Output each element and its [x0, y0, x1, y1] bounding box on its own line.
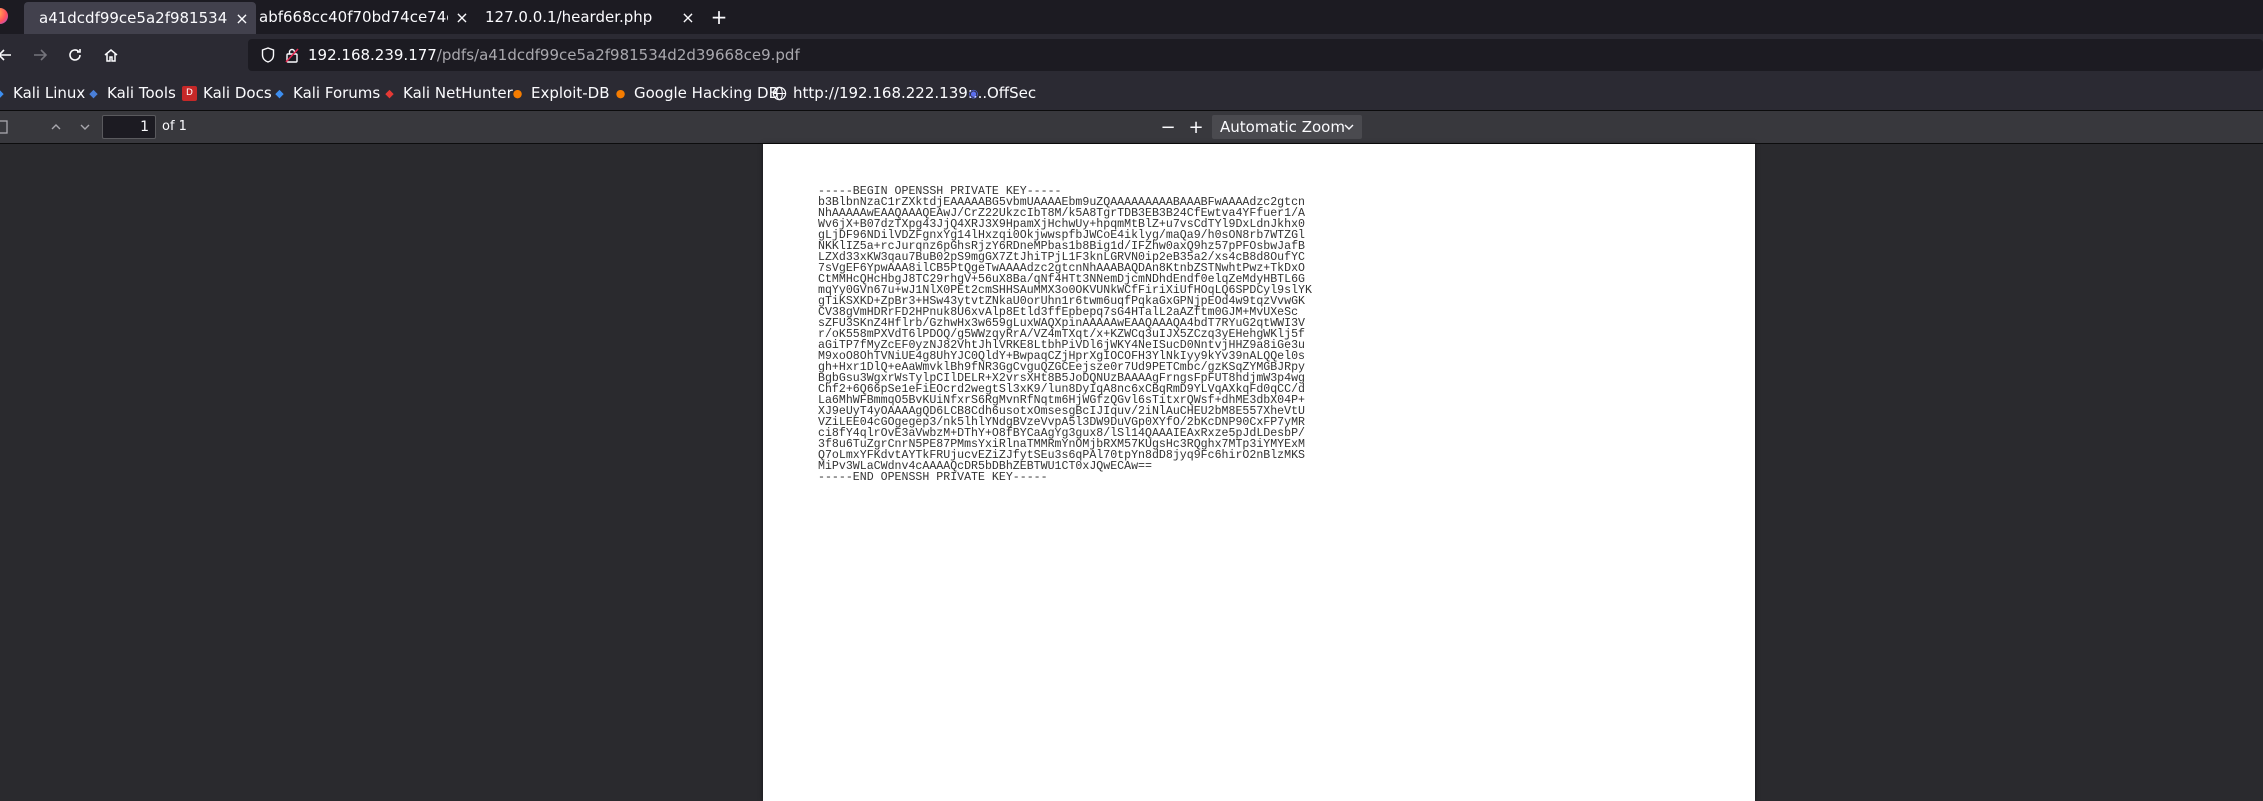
- chevron-down-icon: [1344, 115, 1354, 140]
- offsec-icon: ◉: [968, 86, 979, 100]
- page-count: of 1: [162, 119, 187, 134]
- bookmark-label: Kali NetHunter: [403, 84, 513, 102]
- close-icon[interactable]: ×: [674, 8, 702, 27]
- bookmark-kali-nethunter[interactable]: ◆ Kali NetHunter: [382, 76, 513, 110]
- reload-icon: [69, 49, 81, 61]
- exploit-db-icon: ●: [512, 86, 523, 100]
- sidebar-icon: [0, 120, 8, 134]
- sidebar-toggle-button[interactable]: [0, 111, 14, 143]
- zoom-out-button[interactable]: −: [1155, 111, 1181, 143]
- forward-button[interactable]: [25, 34, 55, 76]
- bookmark-kali-forums[interactable]: ◆ Kali Forums: [272, 76, 380, 110]
- previous-page-button[interactable]: [43, 111, 69, 143]
- arrow-right-icon: [34, 49, 48, 61]
- tab-bar: a41dcdf99ce5a2f981534d2d39668ce9.pdf × a…: [0, 0, 2263, 34]
- pdf-page: -----BEGIN OPENSSH PRIVATE KEY----- b3Bl…: [763, 144, 1755, 801]
- zoom-in-button[interactable]: +: [1183, 111, 1209, 143]
- globe-icon: [772, 86, 787, 101]
- bookmarks-toolbar: ◆Kali Linux ◆Kali Tools DKali Docs ◆Kali…: [0, 76, 2263, 111]
- bookmark-label: Kali Tools: [107, 84, 176, 102]
- zoom-select-value: Automatic Zoom: [1220, 118, 1345, 136]
- url-bar[interactable]: 192.168.239.177/pdfs/a41dcdf99ce5a2f9815…: [248, 39, 2263, 71]
- bookmark-http-192[interactable]: http://192.168.222.139:...: [772, 76, 987, 110]
- bookmark-label: Kali Docs: [203, 84, 272, 102]
- tab-title: abf668cc40f70bd74ce74e67: [259, 8, 448, 26]
- bookmark-label: Google Hacking DB: [634, 84, 779, 102]
- tab-title: 127.0.0.1/hearder.php: [485, 8, 653, 26]
- bookmark-kali-linux[interactable]: ◆ Kali Linux: [0, 76, 85, 110]
- bookmark-label: Exploit-DB: [531, 84, 610, 102]
- tab-third[interactable]: 127.0.0.1/hearder.php ×: [470, 0, 702, 34]
- key-line: -----END OPENSSH PRIVATE KEY-----: [818, 471, 1048, 484]
- kali-nethunter-icon: ◆: [385, 86, 394, 100]
- kali-forums-icon: ◆: [275, 86, 284, 100]
- bookmark-label: Kali Linux: [13, 84, 86, 102]
- tab-title: a41dcdf99ce5a2f981534d2d39668ce9.pdf: [39, 9, 228, 27]
- bookmark-label: http://192.168.222.139:...: [793, 84, 988, 102]
- next-page-button[interactable]: [72, 111, 98, 143]
- bookmark-offsec[interactable]: ◉ OffSec: [966, 76, 1036, 110]
- url-text[interactable]: 192.168.239.177/pdfs/a41dcdf99ce5a2f9815…: [308, 39, 800, 71]
- kali-dragon-icon: ◆: [0, 86, 7, 101]
- home-button[interactable]: [96, 34, 126, 76]
- reload-button[interactable]: [60, 34, 90, 76]
- bookmark-label: Kali Forums: [293, 84, 381, 102]
- bookmark-exploit-db[interactable]: ● Exploit-DB: [510, 76, 610, 110]
- private-key-text: -----BEGIN OPENSSH PRIVATE KEY----- b3Bl…: [818, 186, 1312, 484]
- url-path: /pdfs/a41dcdf99ce5a2f981534d2d39668ce9.p…: [436, 46, 800, 64]
- chevron-up-icon: [51, 124, 61, 130]
- bookmark-kali-docs[interactable]: D Kali Docs: [182, 76, 272, 110]
- bookmark-kali-tools[interactable]: ◆ Kali Tools: [86, 76, 176, 110]
- kali-docs-icon: D: [182, 85, 197, 101]
- bookmark-google-hacking-db[interactable]: ● Google Hacking DB: [613, 76, 779, 110]
- insecure-lock-icon[interactable]: [280, 39, 304, 71]
- back-button[interactable]: [0, 34, 20, 76]
- pdf-viewer-container[interactable]: -----BEGIN OPENSSH PRIVATE KEY----- b3Bl…: [0, 144, 2263, 801]
- arrow-left-icon: [0, 49, 11, 61]
- chevron-down-icon: [80, 124, 90, 130]
- firefox-icon: [0, 8, 8, 24]
- new-tab-button[interactable]: +: [708, 0, 730, 34]
- pdf-toolbar: 1 of 1 − + Automatic Zoom: [0, 111, 2263, 144]
- url-host: 192.168.239.177: [308, 46, 437, 64]
- tab-pdf[interactable]: a41dcdf99ce5a2f981534d2d39668ce9.pdf ×: [24, 2, 256, 34]
- zoom-select[interactable]: Automatic Zoom: [1212, 115, 1362, 139]
- page-number-input[interactable]: 1: [102, 115, 156, 139]
- bookmark-label: OffSec: [987, 84, 1037, 102]
- navigation-toolbar: 192.168.239.177/pdfs/a41dcdf99ce5a2f9815…: [0, 34, 2263, 76]
- shield-icon[interactable]: [256, 39, 280, 71]
- home-icon: [104, 49, 118, 62]
- kali-tools-icon: ◆: [89, 86, 98, 100]
- tab-second[interactable]: abf668cc40f70bd74ce74e67 ×: [244, 0, 476, 34]
- ghdb-icon: ●: [615, 86, 626, 100]
